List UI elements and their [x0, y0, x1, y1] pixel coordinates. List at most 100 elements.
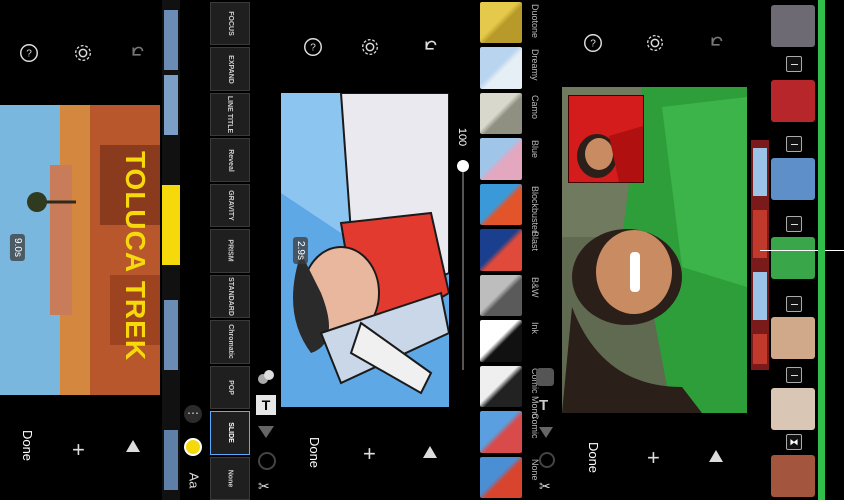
help-button[interactable]: ?: [580, 30, 606, 56]
help-button[interactable]: ?: [16, 40, 42, 66]
clip-duration-badge: 9.0s: [9, 234, 25, 261]
title-style-expand[interactable]: EXPAND: [210, 47, 250, 91]
filter-label: Duotone: [530, 4, 540, 39]
timeline-clip[interactable]: [771, 388, 815, 430]
filter-label: Blast: [530, 231, 540, 252]
timeline-clip[interactable]: [771, 80, 815, 122]
title-style-none[interactable]: None: [210, 456, 250, 500]
scissors-icon[interactable]: ✂: [258, 478, 270, 495]
title-style-line-title[interactable]: LINE TITLE: [210, 92, 250, 137]
title-editor-panel: ? TOLUCA TREK 9.0s Done + ⋯ Aa FOCUS EXP…: [0, 0, 281, 500]
filter-label: Comic: [530, 413, 540, 439]
title-style-standard[interactable]: STANDARD: [210, 274, 250, 319]
filter-thumb-camo[interactable]: [480, 92, 522, 135]
undo-button[interactable]: [703, 30, 729, 56]
filter-thumb-none[interactable]: [480, 456, 522, 498]
filter-thumb-dreamy[interactable]: [480, 47, 522, 89]
filter-label: Dreamy: [530, 49, 540, 81]
filter-label: Ink: [530, 322, 540, 335]
add-media-plus-icon[interactable]: +: [363, 441, 376, 467]
speed-tab-icon[interactable]: [258, 452, 276, 470]
done-button[interactable]: Done: [586, 442, 601, 473]
filter-label: B&W: [530, 276, 540, 298]
undo-button[interactable]: [124, 40, 150, 66]
text-tool-icon[interactable]: T: [539, 397, 548, 414]
title-style-label: LINE TITLE: [226, 95, 234, 134]
filter-thumb-blast[interactable]: [480, 229, 522, 271]
filter-thumb-ink[interactable]: [480, 320, 522, 362]
filter-thumb-duotone[interactable]: [480, 2, 522, 44]
undo-button[interactable]: [417, 34, 443, 60]
filter-tab-icon[interactable]: [539, 427, 553, 438]
transition-button[interactable]: [786, 136, 802, 152]
help-button[interactable]: ?: [300, 34, 326, 60]
timeline-clip[interactable]: [771, 237, 815, 279]
filter-thumb-comic[interactable]: [480, 411, 522, 453]
intensity-value: 100: [456, 127, 469, 147]
timeline-edge-bar: [818, 0, 825, 500]
add-media-plus-icon[interactable]: +: [72, 437, 85, 463]
timeline-strip[interactable]: [162, 0, 180, 500]
title-style-label: Reveal: [226, 148, 234, 172]
filter-thumb-blue[interactable]: [480, 138, 522, 180]
transition-crossfade-icon[interactable]: ⧓: [786, 434, 802, 450]
title-style-chromatic[interactable]: Chromatic: [210, 320, 250, 364]
speed-tab-icon[interactable]: [539, 452, 555, 468]
filter-thumb-comic-mono[interactable]: [480, 365, 522, 408]
svg-text:?: ?: [590, 39, 596, 50]
title-style-reveal[interactable]: Reveal: [210, 138, 250, 182]
text-tool-icon[interactable]: T: [256, 395, 276, 415]
timeline-clip[interactable]: [771, 5, 815, 47]
settings-gear-button[interactable]: [357, 34, 383, 60]
more-options-button[interactable]: ⋯: [184, 405, 202, 423]
scissors-icon[interactable]: ✂: [539, 478, 551, 495]
settings-gear-button[interactable]: [642, 30, 668, 56]
title-style-prism[interactable]: PRISM: [210, 229, 250, 273]
font-style-label[interactable]: Aa: [186, 473, 201, 489]
title-style-label: PRISM: [226, 239, 234, 263]
play-icon[interactable]: [423, 446, 437, 458]
timeline-clip[interactable]: [771, 158, 815, 200]
filter-selected-indicator: [536, 368, 554, 386]
intensity-slider-track[interactable]: [462, 165, 464, 370]
title-style-label: None: [226, 469, 234, 488]
transition-button[interactable]: [786, 296, 802, 312]
filter-label: Camo: [530, 94, 540, 119]
filter-thumb-blockbuster[interactable]: [480, 183, 522, 226]
transition-button[interactable]: [786, 216, 802, 232]
title-style-label: SLIDE: [226, 422, 234, 444]
filter-thumb-b-w[interactable]: [480, 274, 522, 317]
color-swatch-yellow[interactable]: [184, 438, 202, 456]
timeline-clip[interactable]: [771, 317, 815, 359]
pip-overlay[interactable]: [568, 95, 644, 183]
title-style-label: GRAVITY: [226, 190, 234, 221]
timeline-clip[interactable]: [771, 455, 815, 497]
title-style-slide[interactable]: SLIDE: [210, 411, 250, 455]
playhead[interactable]: [760, 250, 844, 251]
svg-text:?: ?: [26, 49, 32, 60]
title-style-gravity[interactable]: GRAVITY: [210, 183, 250, 228]
transition-button[interactable]: [786, 367, 802, 383]
transition-button[interactable]: [786, 56, 802, 72]
video-preview[interactable]: [562, 87, 747, 413]
filter-label: None: [530, 458, 540, 481]
add-media-plus-icon[interactable]: +: [647, 445, 660, 471]
title-style-pop[interactable]: POP: [210, 365, 250, 410]
title-overlay-text[interactable]: TOLUCA TREK: [119, 111, 151, 395]
play-icon[interactable]: [709, 450, 723, 462]
selected-clip-highlight[interactable]: [162, 185, 180, 265]
pip-track[interactable]: [751, 140, 769, 370]
filter-label: Blue: [530, 140, 540, 159]
filter-tab-icon[interactable]: [258, 426, 274, 440]
done-button[interactable]: Done: [20, 430, 35, 461]
title-style-focus[interactable]: FOCUS: [210, 2, 250, 46]
svg-text:?: ?: [310, 43, 316, 54]
title-style-label: Chromatic: [226, 324, 234, 360]
intensity-slider-thumb[interactable]: [457, 160, 469, 172]
done-button[interactable]: Done: [307, 437, 322, 468]
play-icon[interactable]: [126, 440, 140, 452]
title-style-label: STANDARD: [226, 277, 234, 316]
overlay-tab-icon[interactable]: [258, 370, 274, 386]
title-style-label: FOCUS: [226, 11, 234, 36]
settings-gear-button[interactable]: [70, 40, 96, 66]
